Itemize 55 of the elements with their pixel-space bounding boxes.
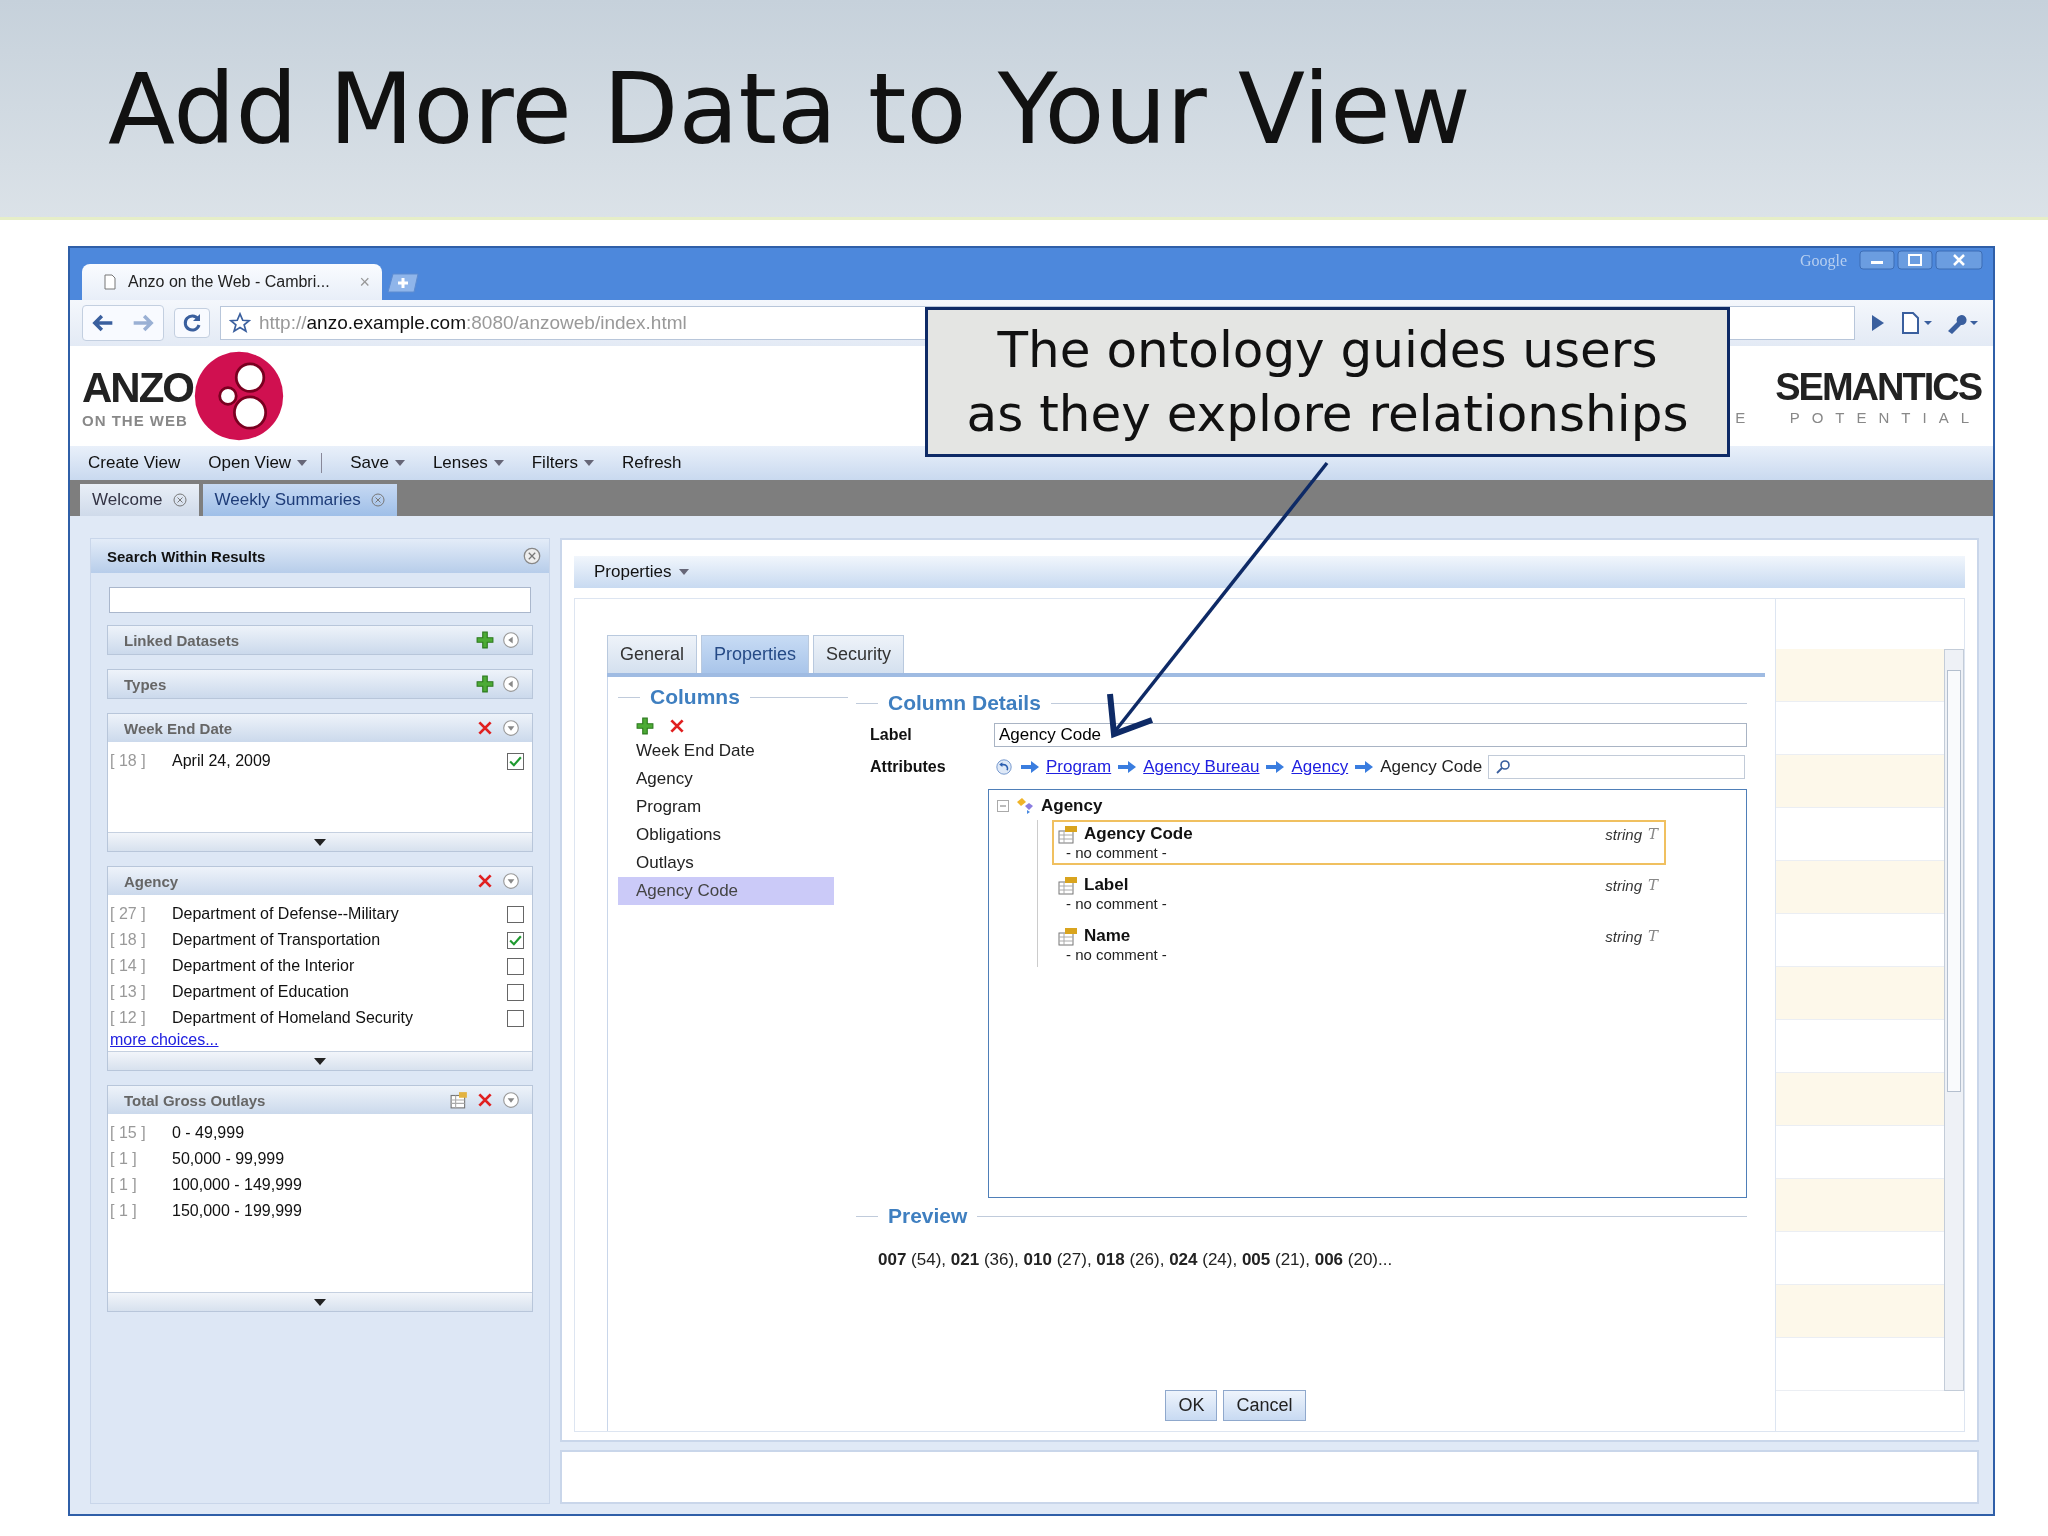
- facet-title: Total Gross Outlays: [124, 1091, 267, 1109]
- slide-title: Add More Data to Your View: [108, 51, 1471, 166]
- facet-value: 100,000 - 149,999: [172, 1176, 303, 1194]
- partner-logo: SEMANTICS: [1775, 366, 1981, 409]
- facet-value: Department of Transportation: [172, 931, 382, 949]
- section-heading: Preview: [888, 1204, 968, 1228]
- panel-title: Search Within Results: [107, 547, 267, 565]
- facet-title: Types: [124, 675, 168, 693]
- facet-value: 0 - 49,999: [172, 1124, 246, 1142]
- tab-title: Anzo on the Web - Cambri...: [128, 273, 330, 291]
- facet-title: Linked Datasets: [124, 631, 241, 649]
- field-label: Label: [869, 725, 913, 744]
- facet-value: Department of the Interior: [172, 957, 356, 975]
- type-label: string: [1605, 825, 1642, 843]
- type-label: string: [1605, 927, 1642, 945]
- callout-line: as they explore relationships: [966, 384, 1689, 445]
- node-comment: - no comment -: [1065, 895, 1168, 912]
- logo-subtitle: ON THE WEB: [82, 411, 189, 429]
- field-label: Attributes: [869, 757, 947, 776]
- partner-tagline: E POTENTIAL: [1735, 409, 1981, 426]
- facet-title: Agency: [124, 872, 180, 890]
- facet-value: Department of Homeland Security: [172, 1009, 414, 1027]
- section-heading: Columns: [650, 685, 740, 709]
- node-comment: - no comment -: [1065, 946, 1168, 963]
- count-label: [ 18 ]: [110, 752, 147, 770]
- count-label: [ 1 ]: [110, 1176, 138, 1194]
- preview-values: 007 (54), 021 (36), 010 (27), 018 (26), 024 (24), 005 (21), 006 (20)...: [878, 1250, 1394, 1270]
- count-label: [ 12 ]: [110, 1009, 147, 1027]
- node-label: Label: [1084, 875, 1129, 895]
- count-label: [ 15 ]: [110, 1124, 147, 1142]
- count-label: [ 1 ]: [110, 1202, 138, 1220]
- facet-value: April 24, 2009: [172, 752, 272, 770]
- type-label: string: [1605, 876, 1642, 894]
- count-label: [ 1 ]: [110, 1150, 138, 1168]
- count-label: [ 27 ]: [110, 905, 147, 923]
- node-label: Agency: [1041, 796, 1103, 816]
- count-label: [ 18 ]: [110, 931, 147, 949]
- facet-title: Week End Date: [124, 719, 234, 737]
- facet-value: 50,000 - 99,999: [172, 1150, 286, 1168]
- type-mark: T: [1648, 927, 1658, 945]
- section-heading: Column Details: [888, 691, 1041, 715]
- facet-value: Department of Education: [172, 983, 350, 1001]
- type-mark: T: [1648, 876, 1658, 894]
- type-mark: T: [1648, 825, 1658, 843]
- count-label: [ 13 ]: [110, 983, 147, 1001]
- facet-value: Department of Defense--Military: [172, 905, 400, 923]
- logo-wordmark: ANZO: [82, 363, 193, 412]
- node-label: Name: [1084, 926, 1131, 946]
- node-comment: - no comment -: [1065, 844, 1168, 861]
- path-current: Agency Code: [1380, 757, 1483, 777]
- brand-label: Google: [1799, 252, 1847, 270]
- node-label: Agency Code: [1084, 824, 1193, 844]
- count-label: [ 14 ]: [110, 957, 147, 975]
- callout-line: The ontology guides users: [997, 320, 1658, 381]
- facet-value: 150,000 - 199,999: [172, 1202, 303, 1220]
